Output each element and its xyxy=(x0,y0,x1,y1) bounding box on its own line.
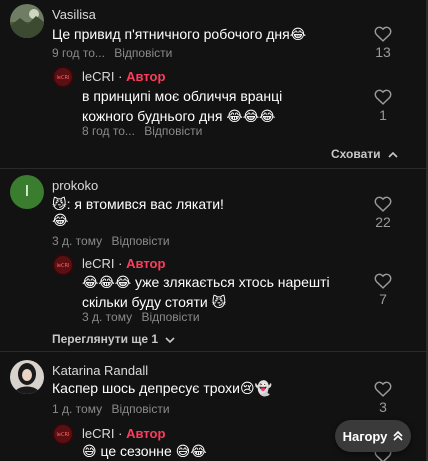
comment-text-line2: 😂 xyxy=(52,212,69,228)
avatar[interactable]: leCRI xyxy=(52,66,74,88)
avatar[interactable] xyxy=(10,4,44,38)
reply-author: leCRI · Автор xyxy=(82,69,166,84)
reply-button[interactable]: Відповісти xyxy=(111,402,169,416)
like-button[interactable]: 1 xyxy=(371,89,395,123)
heart-icon xyxy=(374,196,392,212)
svg-text:leCRI: leCRI xyxy=(57,263,70,269)
comment-author[interactable]: Vasilisa xyxy=(52,7,96,22)
like-count: 3 xyxy=(379,399,387,415)
reply-button[interactable]: Відповісти xyxy=(111,234,169,248)
chevron-down-icon xyxy=(165,337,176,343)
reply-button[interactable]: Відповісти xyxy=(144,124,202,138)
comment-text: Це привид п'ятничного робочого дня😂 xyxy=(52,26,307,42)
like-count: 22 xyxy=(375,214,391,230)
divider xyxy=(0,168,426,169)
heart-icon xyxy=(374,89,392,105)
reply-text: в принципі моє обличчя вранці кожного бу… xyxy=(82,88,283,124)
heart-icon xyxy=(374,273,392,289)
comment-meta: 3 д. тому Відповісти xyxy=(52,234,170,248)
comment-meta: 9 год то... Відповісти xyxy=(52,46,172,60)
comment-text: Каспер шось депресує трохи😢👻 xyxy=(52,380,273,396)
like-count: 13 xyxy=(375,44,391,60)
avatar-letter: I xyxy=(24,183,30,200)
heart-icon xyxy=(374,381,392,397)
like-count: 7 xyxy=(379,291,387,307)
author-badge: Автор xyxy=(126,426,166,441)
heart-icon xyxy=(374,26,392,42)
reply-text: 😂😂😂 уже злякається хтось нарешті скільки… xyxy=(82,274,330,310)
reply-time: 8 год то... xyxy=(82,124,135,138)
comment-meta: 1 д. тому Відповісти xyxy=(52,402,170,416)
comment-time: 9 год то... xyxy=(52,46,105,60)
collapse-replies-button[interactable]: Сховати xyxy=(331,147,398,161)
avatar[interactable]: I xyxy=(10,175,44,209)
divider xyxy=(0,351,426,352)
reply-author: leCRI · Автор xyxy=(82,256,166,271)
double-chevron-up-icon xyxy=(393,430,403,441)
author-badge: Автор xyxy=(126,69,166,84)
like-button[interactable]: 7 xyxy=(371,273,395,307)
chevron-up-icon xyxy=(388,151,398,158)
like-count: 1 xyxy=(379,107,387,123)
svg-text:leCRI: leCRI xyxy=(57,75,70,81)
reply-author-name[interactable]: leCRI xyxy=(82,69,115,84)
scroll-to-top-label: Нагору xyxy=(342,428,388,444)
view-more-replies-button[interactable]: Переглянути ще 1 xyxy=(52,332,176,346)
comment-author[interactable]: prokoko xyxy=(52,178,98,193)
reply-author-name[interactable]: leCRI xyxy=(82,426,115,441)
reply-text: 😅 це сезонне 😅😂 xyxy=(82,443,207,459)
reply-meta: 3 д. тому Відповісти xyxy=(82,310,200,324)
comment-time: 3 д. тому xyxy=(52,234,103,248)
avatar[interactable] xyxy=(10,360,44,394)
avatar[interactable]: leCRI xyxy=(52,423,74,445)
avatar[interactable]: leCRI xyxy=(52,254,74,276)
reply-time: 3 д. тому xyxy=(82,310,133,324)
comment-time: 1 д. тому xyxy=(52,402,103,416)
like-button[interactable]: 22 xyxy=(371,196,395,230)
reply-button[interactable]: Відповісти xyxy=(141,310,199,324)
author-badge: Автор xyxy=(126,256,166,271)
comment-author[interactable]: Katarina Randall xyxy=(52,363,148,378)
reply-author-name[interactable]: leCRI xyxy=(82,256,115,271)
reply-author: leCRI · Автор xyxy=(82,426,166,441)
svg-text:leCRI: leCRI xyxy=(57,432,70,438)
reply-meta: 8 год то... Відповісти xyxy=(82,124,202,138)
scroll-to-top-button[interactable]: Нагору xyxy=(335,420,411,452)
reply-button[interactable]: Відповісти xyxy=(114,46,172,60)
like-button[interactable]: 13 xyxy=(371,26,395,60)
like-button[interactable]: 3 xyxy=(371,381,395,415)
